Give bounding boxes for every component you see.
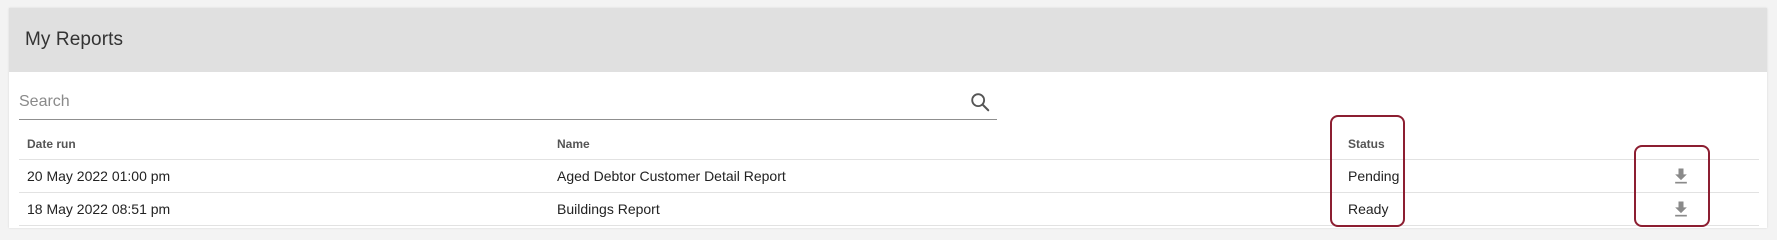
status-cell: Ready bbox=[1348, 201, 1389, 217]
table-row: 18 May 2022 08:51 pm Buildings Report Re… bbox=[19, 193, 1759, 226]
status-cell: Pending bbox=[1348, 168, 1400, 184]
report-name-cell: Buildings Report bbox=[557, 201, 660, 217]
table-header-row: Date run Name Status bbox=[19, 124, 1759, 160]
column-header-name[interactable]: Name bbox=[557, 124, 590, 159]
search-icon[interactable] bbox=[969, 91, 991, 113]
page-title: My Reports bbox=[25, 29, 124, 50]
panel-header: My Reports bbox=[9, 8, 1767, 72]
reports-table: Date run Name Status 20 May 2022 01:00 p… bbox=[19, 124, 1759, 226]
download-button[interactable] bbox=[1667, 193, 1695, 225]
search-field bbox=[19, 83, 997, 120]
download-icon[interactable] bbox=[1671, 166, 1691, 186]
search-input[interactable] bbox=[19, 91, 919, 113]
date-run-cell: 18 May 2022 08:51 pm bbox=[27, 201, 171, 217]
download-icon[interactable] bbox=[1671, 199, 1691, 219]
column-header-date-run[interactable]: Date run bbox=[27, 124, 76, 159]
download-button[interactable] bbox=[1667, 160, 1695, 192]
date-run-cell: 20 May 2022 01:00 pm bbox=[27, 168, 171, 184]
table-row: 20 May 2022 01:00 pm Aged Debtor Custome… bbox=[19, 160, 1759, 193]
report-name-cell: Aged Debtor Customer Detail Report bbox=[557, 168, 786, 184]
column-header-status[interactable]: Status bbox=[1348, 124, 1385, 159]
